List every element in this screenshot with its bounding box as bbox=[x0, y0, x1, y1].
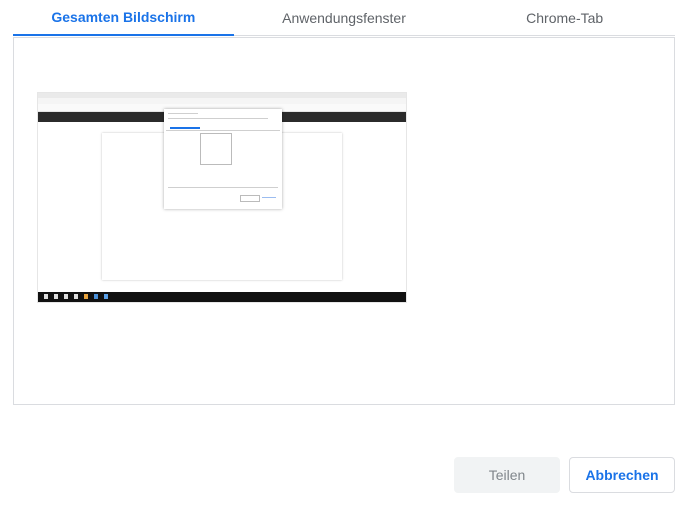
share-button[interactable]: Teilen bbox=[454, 457, 560, 493]
screen-preview-panel bbox=[13, 37, 675, 405]
tab-entire-screen[interactable]: Gesamten Bildschirm bbox=[13, 0, 234, 36]
thumb-share-dialog bbox=[164, 109, 282, 209]
screen-thumbnail[interactable] bbox=[37, 92, 407, 303]
tab-application-window[interactable]: Anwendungsfenster bbox=[233, 0, 455, 36]
cancel-button[interactable]: Abbrechen bbox=[569, 457, 675, 493]
source-tabs: Gesamten Bildschirm Anwendungsfenster Ch… bbox=[13, 0, 676, 36]
tab-chrome-tab[interactable]: Chrome-Tab bbox=[454, 0, 676, 36]
